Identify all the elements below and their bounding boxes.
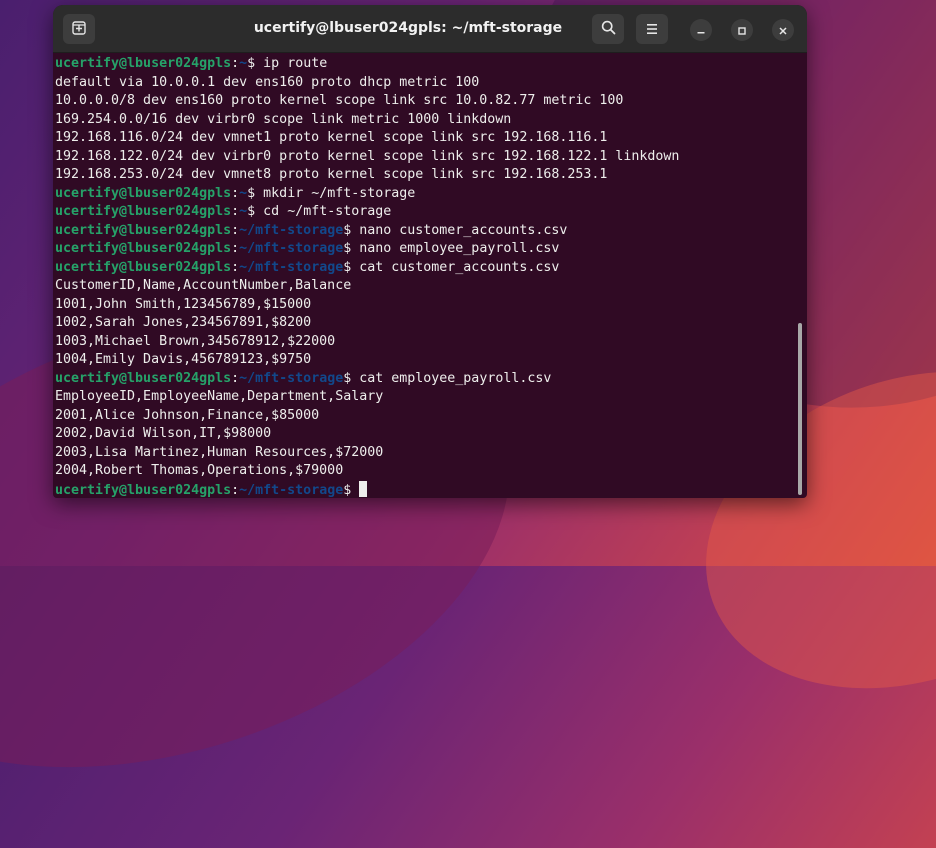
prompt-line: ucertify@lbuser024gpls:~$ mkdir ~/mft-st… <box>55 185 416 201</box>
output-line: 2004,Robert Thomas,Operations,$79000 <box>55 463 344 478</box>
prompt-path: ~ <box>239 185 248 201</box>
prompt-line: ucertify@lbuser024gpls:~/mft-storage$ na… <box>55 241 560 256</box>
command-text: cat customer_accounts.csv <box>359 259 560 275</box>
prompt-path: ~/mft-storage <box>239 259 344 275</box>
terminal-output[interactable]: ucertify@lbuser024gpls:~$ ip route defaul… <box>55 55 790 498</box>
command-text: mkdir ~/mft-storage <box>263 185 416 201</box>
menu-button[interactable] <box>636 14 668 44</box>
search-button[interactable] <box>592 14 624 44</box>
maximize-icon <box>737 21 747 40</box>
prompt-line: ucertify@lbuser024gpls:~/mft-storage$ ca… <box>55 259 560 275</box>
command-text: cd ~/mft-storage <box>263 204 392 219</box>
prompt-line: ucertify@lbuser024gpls:~/mft-storage$ na… <box>55 222 568 238</box>
hamburger-menu-icon <box>645 20 659 39</box>
minimize-button[interactable] <box>690 19 712 41</box>
command-text: nano employee_payroll.csv <box>359 241 560 256</box>
output-line: 192.168.122.0/24 dev virbr0 proto kernel… <box>55 148 680 164</box>
new-tab-button[interactable] <box>63 14 95 44</box>
title-bar[interactable]: ucertify@lbuser024gpls: ~/mft-storage <box>53 5 807 53</box>
output-line: 169.254.0.0/16 dev virbr0 scope link met… <box>55 111 512 127</box>
output-line: 192.168.116.0/24 dev vmnet1 proto kernel… <box>55 130 608 145</box>
search-icon <box>601 20 616 39</box>
prompt-line: ucertify@lbuser024gpls:~/mft-storage$ ca… <box>55 370 552 386</box>
command-text: ip route <box>263 56 328 71</box>
prompt-path: ~ <box>239 56 248 71</box>
prompt-path: ~/mft-storage <box>239 222 344 238</box>
output-line: default via 10.0.0.1 dev ens160 proto dh… <box>55 74 480 90</box>
prompt-path: ~/mft-storage <box>239 370 344 386</box>
minimize-icon <box>696 21 706 40</box>
prompt-user: ucertify@lbuser024gpls <box>55 56 232 71</box>
prompt-user: ucertify@lbuser024gpls <box>55 185 232 201</box>
prompt-line: ucertify@lbuser024gpls:~$ ip route <box>55 56 328 71</box>
output-line: 10.0.0.0/8 dev ens160 proto kernel scope… <box>55 93 624 108</box>
maximize-button[interactable] <box>731 19 753 41</box>
output-line: 1004,Emily Davis,456789123,$9750 <box>55 352 312 367</box>
prompt-line: ucertify@lbuser024gpls:~/mft-storage$ <box>55 480 790 499</box>
output-line: 2002,David Wilson,IT,$98000 <box>55 426 272 441</box>
output-line: 1003,Michael Brown,345678912,$22000 <box>55 333 336 349</box>
output-line: 192.168.253.0/24 dev vmnet8 proto kernel… <box>55 167 608 182</box>
terminal-window: ucertify@lbuser024gpls: ~/mft-storage uc… <box>53 5 807 498</box>
output-line: 1001,John Smith,123456789,$15000 <box>55 296 312 312</box>
scrollbar[interactable] <box>798 323 802 495</box>
new-tab-icon <box>72 20 86 39</box>
prompt-user: ucertify@lbuser024gpls <box>55 241 232 256</box>
close-icon <box>778 21 788 40</box>
output-line: EmployeeID,EmployeeName,Department,Salar… <box>55 389 384 404</box>
output-line: 1002,Sarah Jones,234567891,$8200 <box>55 315 312 330</box>
prompt-path: ~ <box>239 204 248 219</box>
prompt-user: ucertify@lbuser024gpls <box>55 204 232 219</box>
prompt-user: ucertify@lbuser024gpls <box>55 259 232 275</box>
prompt-path: ~/mft-storage <box>239 241 344 256</box>
prompt-path: ~/mft-storage <box>239 482 344 498</box>
output-line: CustomerID,Name,AccountNumber,Balance <box>55 278 352 293</box>
prompt-user: ucertify@lbuser024gpls <box>55 370 232 386</box>
window-title: ucertify@lbuser024gpls: ~/mft-storage <box>253 20 563 36</box>
output-line: 2003,Lisa Martinez,Human Resources,$7200… <box>55 444 384 460</box>
output-line: 2001,Alice Johnson,Finance,$85000 <box>55 407 320 423</box>
prompt-line: ucertify@lbuser024gpls:~$ cd ~/mft-stora… <box>55 204 392 219</box>
close-button[interactable] <box>772 19 794 41</box>
prompt-user: ucertify@lbuser024gpls <box>55 222 232 238</box>
text-cursor <box>359 480 368 497</box>
prompt-user: ucertify@lbuser024gpls <box>55 482 232 498</box>
command-text: cat employee_payroll.csv <box>359 370 552 386</box>
command-text: nano customer_accounts.csv <box>359 222 568 238</box>
